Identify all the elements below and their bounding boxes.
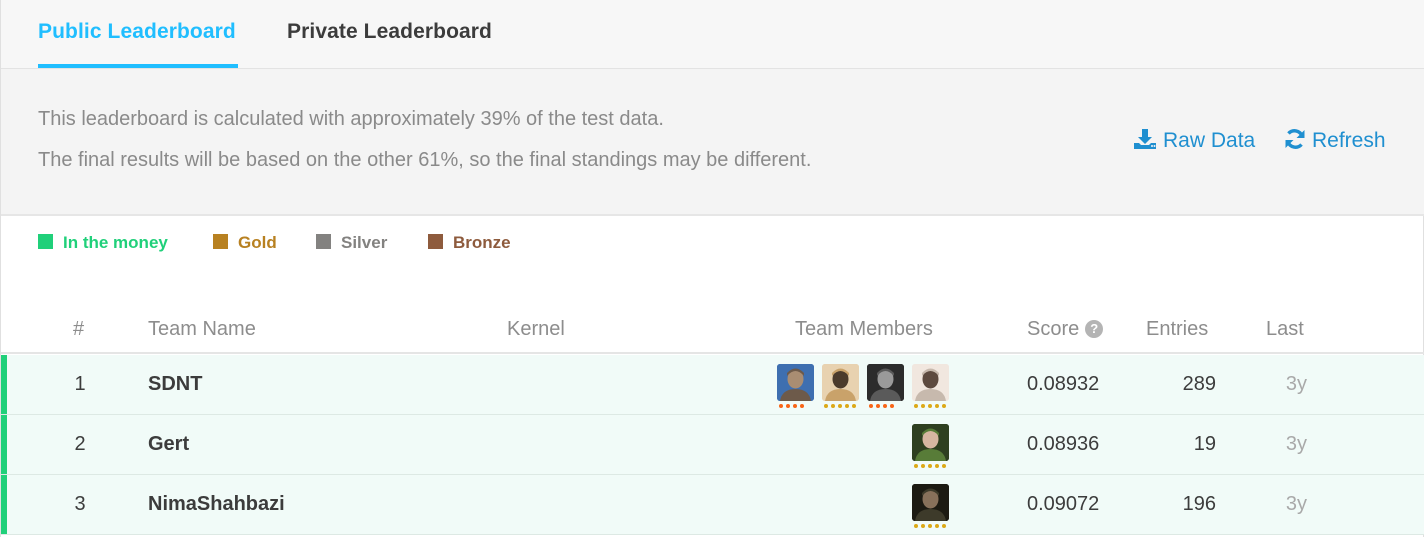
raw-data-label: Raw Data bbox=[1163, 129, 1256, 152]
tab-public-leaderboard[interactable]: Public Leaderboard bbox=[38, 20, 236, 44]
rank-cell: 3 bbox=[74, 493, 86, 515]
rank-cell: 2 bbox=[74, 433, 86, 455]
leaderboard-info-panel: This leaderboard is calculated with appr… bbox=[1, 69, 1424, 216]
legend-swatch-silver bbox=[316, 234, 331, 249]
team-member[interactable] bbox=[822, 364, 859, 410]
refresh-link[interactable]: Refresh bbox=[1284, 128, 1386, 153]
legend-gold: Gold bbox=[213, 233, 277, 253]
legend-swatch-gold bbox=[213, 234, 228, 249]
column-header-last[interactable]: Last bbox=[1266, 318, 1304, 341]
score-header-label: Score bbox=[1027, 318, 1080, 340]
team-name-link[interactable]: NimaShahbazi bbox=[148, 493, 285, 516]
avatar bbox=[822, 364, 859, 401]
team-member[interactable] bbox=[777, 364, 814, 410]
team-member[interactable] bbox=[867, 364, 904, 410]
score-cell: 0.08932 bbox=[1027, 373, 1100, 395]
table-row[interactable]: 2 Gert 0.08936 19 3y bbox=[1, 415, 1424, 475]
leaderboard-table-header: # Team Name Kernel Team Members Score? E… bbox=[1, 305, 1424, 354]
legend-label: Silver bbox=[341, 233, 388, 252]
leaderboard-tabs: Public Leaderboard Private Leaderboard bbox=[1, 0, 1424, 69]
leaderboard-panel: Public Leaderboard Private Leaderboard T… bbox=[0, 0, 1424, 537]
entries-cell: 19 bbox=[1193, 433, 1216, 455]
refresh-label: Refresh bbox=[1312, 129, 1386, 152]
last-submission-cell: 3y bbox=[1285, 433, 1307, 455]
avatar bbox=[912, 424, 949, 461]
info-text-line-1: This leaderboard is calculated with appr… bbox=[38, 108, 664, 130]
tier-dots-icon bbox=[914, 464, 948, 468]
column-header-score[interactable]: Score? bbox=[1027, 318, 1104, 341]
column-header-team-name[interactable]: Team Name bbox=[148, 318, 256, 341]
legend-label: In the money bbox=[63, 233, 168, 252]
avatar bbox=[867, 364, 904, 401]
table-row[interactable]: 3 NimaShahbazi 0.09072 196 3y bbox=[1, 475, 1424, 535]
legend-swatch-bronze bbox=[428, 234, 443, 249]
legend-swatch-in-the-money bbox=[38, 234, 53, 249]
question-circle-icon[interactable]: ? bbox=[1085, 320, 1104, 338]
entries-cell: 196 bbox=[1182, 493, 1216, 515]
table-row[interactable]: 1 SDNT 0.08932 289 3y bbox=[1, 355, 1424, 415]
tab-private-leaderboard[interactable]: Private Leaderboard bbox=[287, 20, 492, 44]
column-header-entries[interactable]: Entries bbox=[1146, 318, 1208, 341]
avatar bbox=[912, 484, 949, 521]
tier-dots-icon bbox=[914, 524, 948, 528]
team-member[interactable] bbox=[912, 364, 949, 410]
score-cell: 0.09072 bbox=[1027, 493, 1100, 515]
rank-cell: 1 bbox=[74, 373, 86, 395]
avatar bbox=[912, 364, 949, 401]
legend-label: Bronze bbox=[453, 233, 511, 252]
last-submission-cell: 3y bbox=[1285, 493, 1307, 515]
avatar bbox=[777, 364, 814, 401]
tier-dots-icon bbox=[914, 404, 948, 408]
team-name-link[interactable]: Gert bbox=[148, 433, 189, 456]
tier-dots-icon bbox=[779, 404, 813, 408]
raw-data-link[interactable]: Raw Data bbox=[1133, 128, 1255, 153]
tier-dots-icon bbox=[824, 404, 858, 408]
team-name-link[interactable]: SDNT bbox=[148, 373, 202, 396]
active-tab-indicator bbox=[38, 64, 238, 68]
download-icon bbox=[1134, 129, 1156, 149]
tier-dots-icon bbox=[869, 404, 903, 408]
info-text-line-2: The final results will be based on the o… bbox=[38, 149, 812, 171]
legend-in-the-money: In the money bbox=[38, 233, 168, 253]
column-header-team-members: Team Members bbox=[795, 318, 933, 340]
score-cell: 0.08936 bbox=[1027, 433, 1100, 455]
column-header-rank: # bbox=[73, 318, 85, 340]
legend-silver: Silver bbox=[316, 233, 387, 253]
legend-bronze: Bronze bbox=[428, 233, 511, 253]
column-header-kernel: Kernel bbox=[507, 318, 565, 340]
team-member[interactable] bbox=[912, 424, 949, 470]
refresh-icon bbox=[1285, 129, 1305, 149]
legend-label: Gold bbox=[238, 233, 277, 252]
last-submission-cell: 3y bbox=[1285, 373, 1307, 395]
entries-cell: 289 bbox=[1182, 373, 1216, 395]
team-member[interactable] bbox=[912, 484, 949, 530]
